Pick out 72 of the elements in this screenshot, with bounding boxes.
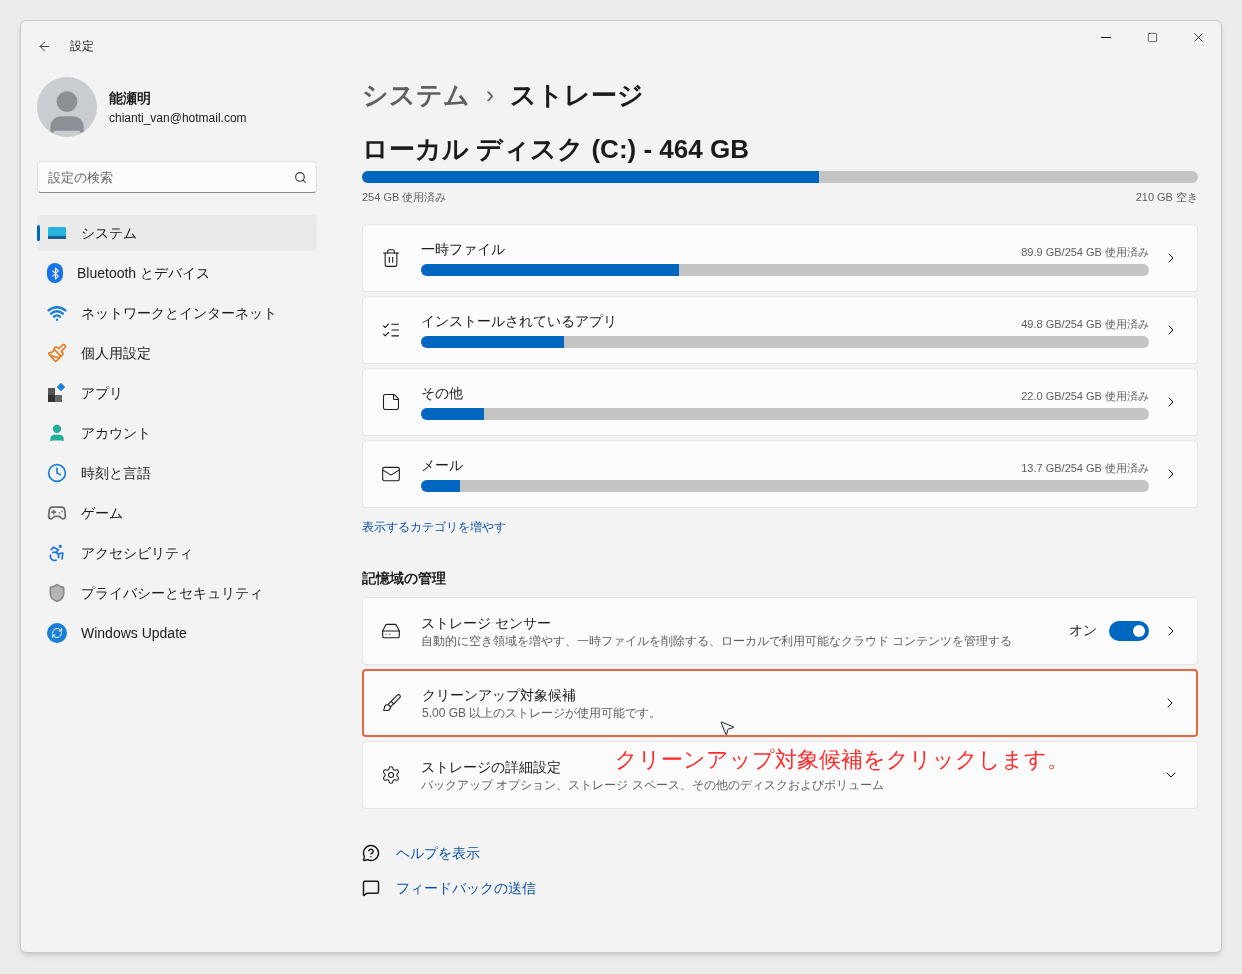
toggle-switch[interactable]	[1109, 620, 1149, 641]
sidebar-item[interactable]: 時刻と言語	[37, 455, 317, 491]
more-categories-link[interactable]: 表示するカテゴリを増やす	[362, 517, 506, 536]
used-label: 254 GB 使用済み	[362, 190, 447, 205]
maximize-icon	[1146, 31, 1158, 43]
feedback-icon	[362, 879, 380, 897]
avatar	[37, 77, 97, 137]
help-icon	[362, 844, 380, 862]
settings-icon	[381, 764, 401, 785]
settings-row[interactable]: クリーンアップ対象候補 5.00 GB 以上のストレージが使用可能です。	[362, 668, 1198, 737]
section-heading: 記憶域の管理	[362, 568, 447, 588]
update-icon	[47, 623, 67, 643]
document-icon	[381, 391, 401, 412]
accessibility-icon	[47, 543, 67, 563]
gamepad-icon	[47, 503, 67, 523]
apps-icon	[47, 383, 67, 403]
category-card[interactable]: メール 13.7 GB/254 GB 使用済み	[362, 439, 1198, 508]
brush-icon	[47, 343, 67, 363]
row-description: バックアップ オプション、ストレージ スペース、その他のディスクおよびボリューム	[421, 776, 884, 793]
category-card[interactable]: その他 22.0 GB/254 GB 使用済み	[362, 367, 1198, 436]
row-title: クリーンアップ対象候補	[422, 685, 576, 705]
category-usage: 13.7 GB/254 GB 使用済み	[1021, 460, 1149, 476]
sidebar-item[interactable]: アカウント	[37, 415, 317, 451]
mouse-cursor-icon	[718, 718, 736, 737]
settings-row[interactable]: ストレージ センサー 自動的に空き領域を増やす、一時ファイルを削除する、ローカルで利用可能なクラウド コンテンツを管理する オン	[362, 596, 1198, 665]
category-card[interactable]: 一時ファイル 89.9 GB/254 GB 使用済み	[362, 223, 1198, 292]
sidebar-item[interactable]: ネットワークとインターネット	[37, 295, 317, 331]
row-title: ストレージ センサー	[421, 613, 551, 633]
breadcrumb-separator: ›	[486, 80, 494, 110]
bluetooth-icon	[47, 263, 63, 283]
toggle-label: オン	[1069, 621, 1097, 640]
sidebar-item[interactable]: システム	[37, 215, 317, 251]
row-title: ストレージの詳細設定	[421, 757, 561, 777]
broom-icon	[382, 692, 402, 713]
user-email: chianti_van@hotmail.com	[109, 109, 247, 127]
disk-title: ローカル ディスク (C:) - 464 GB	[362, 133, 750, 165]
page-title: ストレージ	[510, 78, 644, 112]
user-name: 能瀬明	[109, 88, 152, 108]
category-label: 一時ファイル	[421, 240, 505, 259]
breadcrumb-link[interactable]: システム	[362, 75, 470, 115]
sidebar-item[interactable]: Windows Update	[37, 615, 317, 651]
category-usage: 49.8 GB/254 GB 使用済み	[1021, 316, 1149, 332]
shield-icon	[47, 583, 67, 603]
category-label: メール	[421, 456, 463, 475]
category-label: その他	[421, 384, 463, 403]
row-description: 自動的に空き領域を増やす、一時ファイルを削除する、ローカルで利用可能なクラウド コンテンツを管理する	[421, 632, 1013, 649]
category-usage: 22.0 GB/254 GB 使用済み	[1021, 388, 1149, 404]
footer-link[interactable]: フィードバックの送信	[396, 877, 536, 899]
free-label: 210 GB 空き	[1135, 190, 1198, 205]
minimize-icon	[1101, 36, 1111, 38]
sidebar-item[interactable]: Bluetooth とデバイス	[37, 255, 317, 291]
category-card[interactable]: インストールされているアプリ 49.8 GB/254 GB 使用済み	[362, 295, 1198, 364]
person-icon	[47, 423, 67, 443]
back-icon[interactable]	[37, 38, 52, 54]
sidebar-item[interactable]: アプリ	[37, 375, 317, 411]
category-label: インストールされているアプリ	[421, 312, 617, 331]
annotation-text: クリーンアップ対象候補をクリックします。	[615, 746, 1069, 773]
search-icon	[294, 171, 307, 184]
sidebar-item[interactable]: ゲーム	[37, 495, 317, 531]
window-title: 設定	[70, 38, 94, 55]
selection-indicator	[37, 225, 40, 241]
wifi-icon	[47, 303, 67, 323]
row-description: 5.00 GB 以上のストレージが使用可能です。	[422, 704, 662, 721]
sidebar-item[interactable]: 個人用設定	[37, 335, 317, 371]
clock-globe-icon	[47, 463, 67, 483]
sidebar-item[interactable]: プライバシーとセキュリティ	[37, 575, 317, 611]
search-field[interactable]: 設定の検索	[37, 161, 317, 193]
trash-icon	[381, 247, 401, 268]
category-usage: 89.9 GB/254 GB 使用済み	[1021, 244, 1149, 260]
footer-link[interactable]: ヘルプを表示	[396, 842, 480, 864]
settings-row[interactable]: ストレージの詳細設定 クリーンアップ対象候補をクリックします。 バックアップ オプション、ストレージ スペース、その他のディスクおよびボリューム	[362, 740, 1198, 809]
sidebar-item[interactable]: アクセシビリティ	[37, 535, 317, 571]
